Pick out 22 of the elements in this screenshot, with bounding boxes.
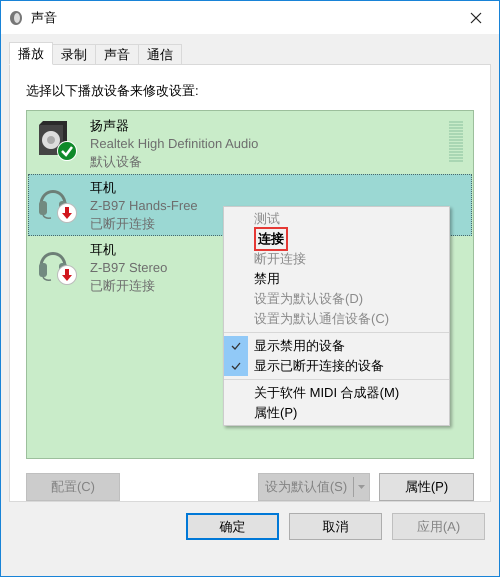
menu-item-label: 显示已断开连接的设备: [254, 357, 384, 376]
menu-item-label: 关于软件 MIDI 合成器(M): [254, 384, 400, 402]
menu-item-label: 断开连接: [254, 250, 306, 268]
device-driver: Z-B97 Stereo: [90, 258, 168, 276]
device-name: 耳机: [90, 178, 117, 196]
set-default-label: 设为默认值(S): [264, 478, 348, 496]
instruction-text: 选择以下播放设备来修改设置:: [26, 82, 200, 100]
menu-item-label: 禁用: [254, 270, 280, 288]
device-status: 已断开连接: [90, 276, 156, 294]
menu-item-label: 连接: [254, 227, 288, 251]
menu-item-label: 显示禁用的设备: [254, 337, 345, 356]
window-title: 声音: [31, 8, 57, 27]
menu-item-label: 测试: [254, 210, 280, 228]
device-driver: Z-B97 Hands-Free: [90, 196, 198, 214]
device-name: 耳机: [90, 240, 117, 258]
menu-item-label: 属性(P): [254, 404, 298, 422]
menu-item-label: 设置为默认设备(D): [254, 290, 364, 308]
device-name: 扬声器: [90, 116, 130, 134]
menu-item-label: 设置为默认通信设备(C): [254, 310, 390, 328]
device-driver: Realtek High Definition Audio: [90, 134, 258, 152]
device-status: 已断开连接: [90, 214, 156, 232]
device-status: 默认设备: [90, 152, 143, 170]
